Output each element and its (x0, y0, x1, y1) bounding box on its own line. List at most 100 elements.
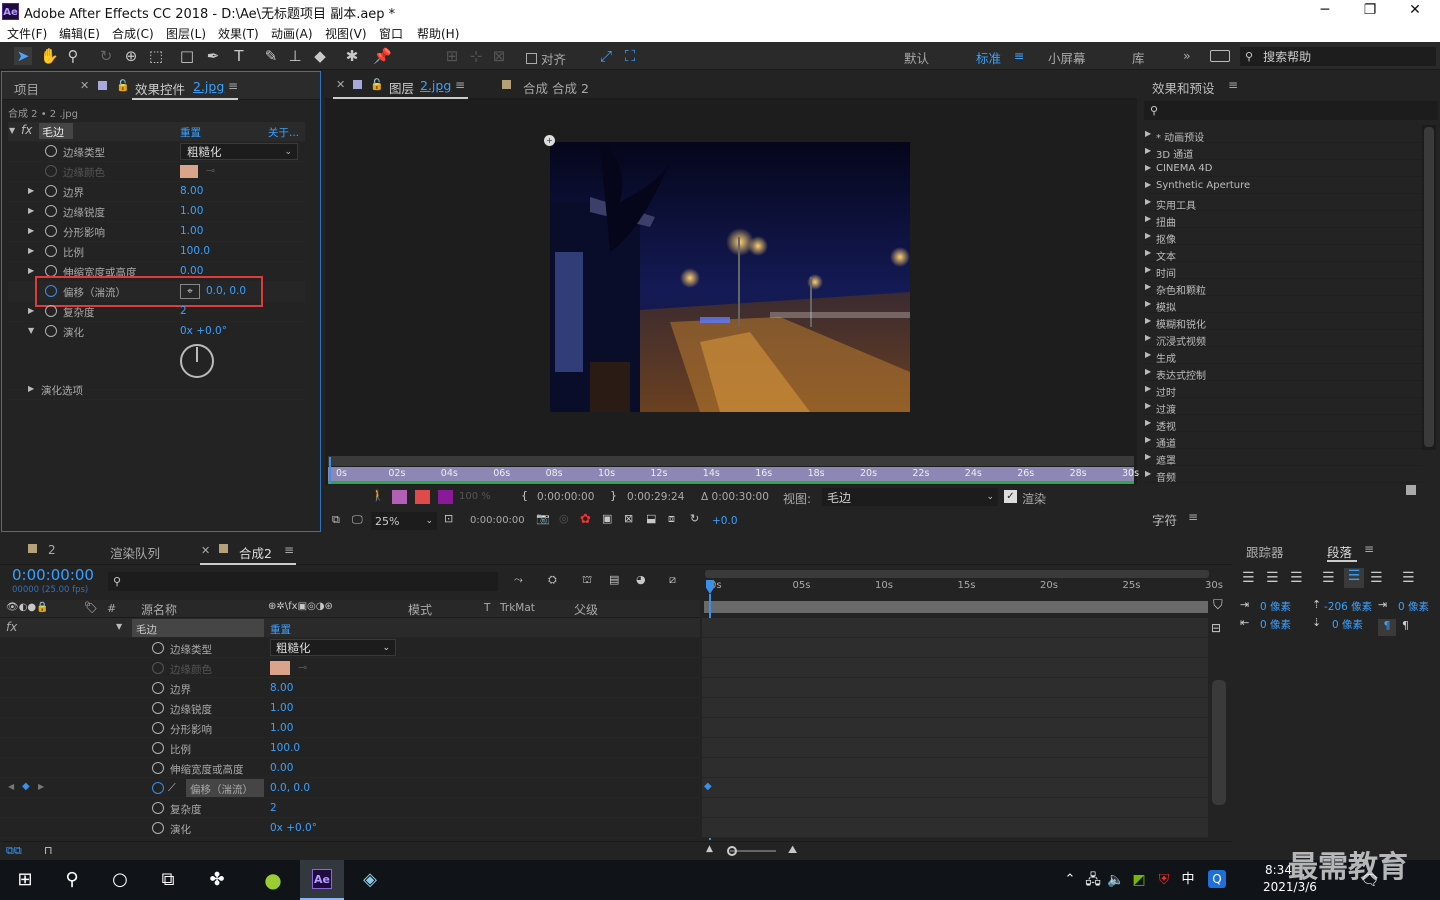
expand-triangle-icon[interactable]: ▶ (1145, 163, 1151, 172)
roto-brush-icon[interactable]: ✱ (343, 47, 361, 65)
axis-world-icon[interactable]: ⊹ (467, 47, 485, 65)
show-channel-icon[interactable] (415, 490, 430, 504)
scrollbar-track[interactable] (1422, 125, 1436, 450)
effects-category-item[interactable]: ▶ 沉浸式视频 (1144, 330, 1422, 348)
set-out-icon[interactable]: } (610, 489, 617, 502)
stopwatch-icon[interactable] (45, 245, 57, 257)
add-keyframe-icon[interactable]: ◆ (22, 781, 30, 792)
panel-menu-icon[interactable]: ≡ (228, 79, 238, 93)
effects-category-item[interactable]: ▶ 音频 (1144, 466, 1422, 484)
expand-triangle-icon[interactable]: ▶ (1145, 265, 1151, 274)
effect-header-row[interactable]: ▼ fx 毛边 重置 关于... (8, 122, 305, 142)
brush-tool-icon[interactable]: ✎ (262, 47, 280, 65)
fx-icon[interactable]: fx (21, 123, 32, 137)
tab-composition[interactable]: 合成 合成 2 (523, 78, 589, 97)
text-tool-icon[interactable]: T (230, 47, 248, 65)
render-checkbox[interactable]: ✓ (1004, 490, 1017, 503)
stopwatch-icon[interactable] (45, 165, 57, 177)
tab-layer[interactable]: 图层 (389, 78, 414, 97)
work-area-bar[interactable] (704, 601, 1208, 613)
pan-behind-icon[interactable]: ⬚ (147, 47, 165, 65)
tab-tracker[interactable]: 跟踪器 (1246, 542, 1284, 561)
selection-tool-icon[interactable]: ➤ (14, 47, 32, 65)
zoom-dropdown[interactable]: 25% ⌄ (371, 512, 437, 530)
keyframe-diamond[interactable]: ◆ (704, 781, 712, 792)
close-tab-icon[interactable]: ✕ (201, 544, 210, 557)
indent-right-value[interactable]: 0 像素 (1260, 617, 1291, 632)
stopwatch-icon[interactable] (45, 325, 57, 337)
stopwatch-icon[interactable] (152, 722, 164, 734)
snap-option-icon[interactable]: ⤢ (597, 47, 615, 65)
ltr-direction-icon[interactable]: ¶ (1378, 619, 1396, 636)
label-icon[interactable]: 🏷 (84, 601, 98, 614)
menu-help[interactable]: 帮助(H) (417, 25, 459, 42)
effects-category-item[interactable]: ▶ 模拟 (1144, 296, 1422, 314)
tab-render-queue[interactable]: 渲染队列 (110, 543, 160, 562)
effect-layer-row[interactable]: fx ▼ 毛边 重置 (0, 618, 700, 638)
always-preview-icon[interactable]: ⧉ (332, 513, 340, 527)
col-source-name[interactable]: 源名称 (141, 601, 177, 618)
effects-category-item[interactable]: ▶ 文本 (1144, 245, 1422, 263)
effects-category-item[interactable]: ▶ 通道 (1144, 432, 1422, 450)
axis-view-icon[interactable]: ⊠ (490, 47, 508, 65)
effects-category-item[interactable]: ▶ CINEMA 4D (1144, 160, 1422, 177)
monitor-icon[interactable]: 🖵 (352, 513, 363, 527)
workspace-standard[interactable]: 标准 (976, 48, 1001, 67)
justify-all-icon[interactable]: ☰ (1402, 570, 1415, 586)
draft-3d-icon[interactable]: ⛭ (548, 573, 557, 587)
workspace-small-screen[interactable]: 小屏幕 (1048, 48, 1086, 67)
help-search-input[interactable]: ⚲ 搜索帮助 (1240, 47, 1436, 66)
indent-first-value[interactable]: 0 像素 (1398, 599, 1429, 614)
new-preset-icon[interactable] (1406, 485, 1416, 495)
expand-triangle-icon[interactable]: ▶ (28, 246, 34, 255)
more-workspaces-icon[interactable]: » (1183, 48, 1191, 63)
edge-type-dropdown[interactable]: 粗糙化 ⌄ (270, 639, 396, 656)
indent-left-value[interactable]: 0 像素 (1260, 599, 1291, 614)
expand-triangle-icon[interactable]: ▶ (28, 306, 34, 315)
in-out-toggle-icon[interactable]: ⊓ (44, 844, 53, 857)
menu-composition[interactable]: 合成(C) (112, 25, 154, 42)
exposure-value[interactable]: +0.0 (712, 515, 738, 527)
prop-value[interactable]: 0.0, 0.0 (270, 782, 310, 794)
expand-triangle-icon[interactable]: ▼ (28, 326, 34, 335)
channel-icon[interactable]: ✿ (580, 512, 591, 527)
effects-category-item[interactable]: ▶ 杂色和颗粒 (1144, 279, 1422, 297)
expand-triangle-icon[interactable]: ▶ (28, 186, 34, 195)
stopwatch-icon[interactable] (152, 682, 164, 694)
sync-settings-icon[interactable] (1210, 50, 1230, 62)
edge-color-swatch[interactable] (180, 165, 198, 178)
space-after-value[interactable]: 0 像素 (1332, 617, 1363, 632)
prop-value[interactable]: 1.00 (180, 225, 203, 237)
close-tab-icon[interactable]: ✕ (80, 79, 89, 92)
expand-triangle-icon[interactable]: ▶ (1145, 282, 1151, 291)
menu-file[interactable]: 文件(F) (7, 25, 47, 42)
stopwatch-icon[interactable] (152, 662, 164, 674)
prop-value[interactable]: 1.00 (270, 722, 293, 734)
effects-category-item[interactable]: ▶ 遮罩 (1144, 449, 1422, 467)
effects-category-item[interactable]: ▶ 透视 (1144, 415, 1422, 433)
edge-type-dropdown[interactable]: 粗糙化 ⌄ (180, 143, 298, 160)
align-center-icon[interactable]: ☰ (1266, 570, 1279, 586)
workspace-default[interactable]: 默认 (904, 48, 929, 67)
expand-triangle-icon[interactable]: ▶ (1145, 333, 1151, 342)
notification-icon[interactable]: 🗨 (1355, 866, 1385, 894)
hand-tool-icon[interactable]: ✋ (40, 47, 59, 65)
edge-color-swatch[interactable] (270, 661, 290, 675)
expand-triangle-icon[interactable]: ▶ (1145, 316, 1151, 325)
expand-triangle-icon[interactable]: ▶ (1145, 435, 1151, 444)
snap-grid-icon[interactable]: ⛶ (621, 47, 639, 65)
zoom-out-icon[interactable]: ▲ (706, 844, 713, 854)
resolution-icon[interactable]: ⊡ (444, 512, 453, 525)
cortana-icon[interactable]: ○ (105, 866, 135, 894)
menu-edit[interactable]: 编辑(E) (59, 25, 100, 42)
effect-about-link[interactable]: 关于... (268, 125, 299, 140)
timeline-timecode[interactable]: 0:00:00:00 (12, 566, 94, 584)
panel-menu-icon[interactable]: ≡ (284, 543, 294, 557)
effect-reset-link[interactable]: 重置 (180, 125, 201, 140)
fx-icon[interactable]: fx (6, 620, 17, 634)
next-keyframe-icon[interactable]: ▶ (38, 782, 44, 791)
prev-keyframe-icon[interactable]: ◀ (8, 782, 14, 791)
prop-value[interactable]: 8.00 (180, 185, 203, 197)
prop-value[interactable]: 100.0 (270, 742, 300, 754)
expand-triangle-icon[interactable]: ▶ (1145, 197, 1151, 206)
